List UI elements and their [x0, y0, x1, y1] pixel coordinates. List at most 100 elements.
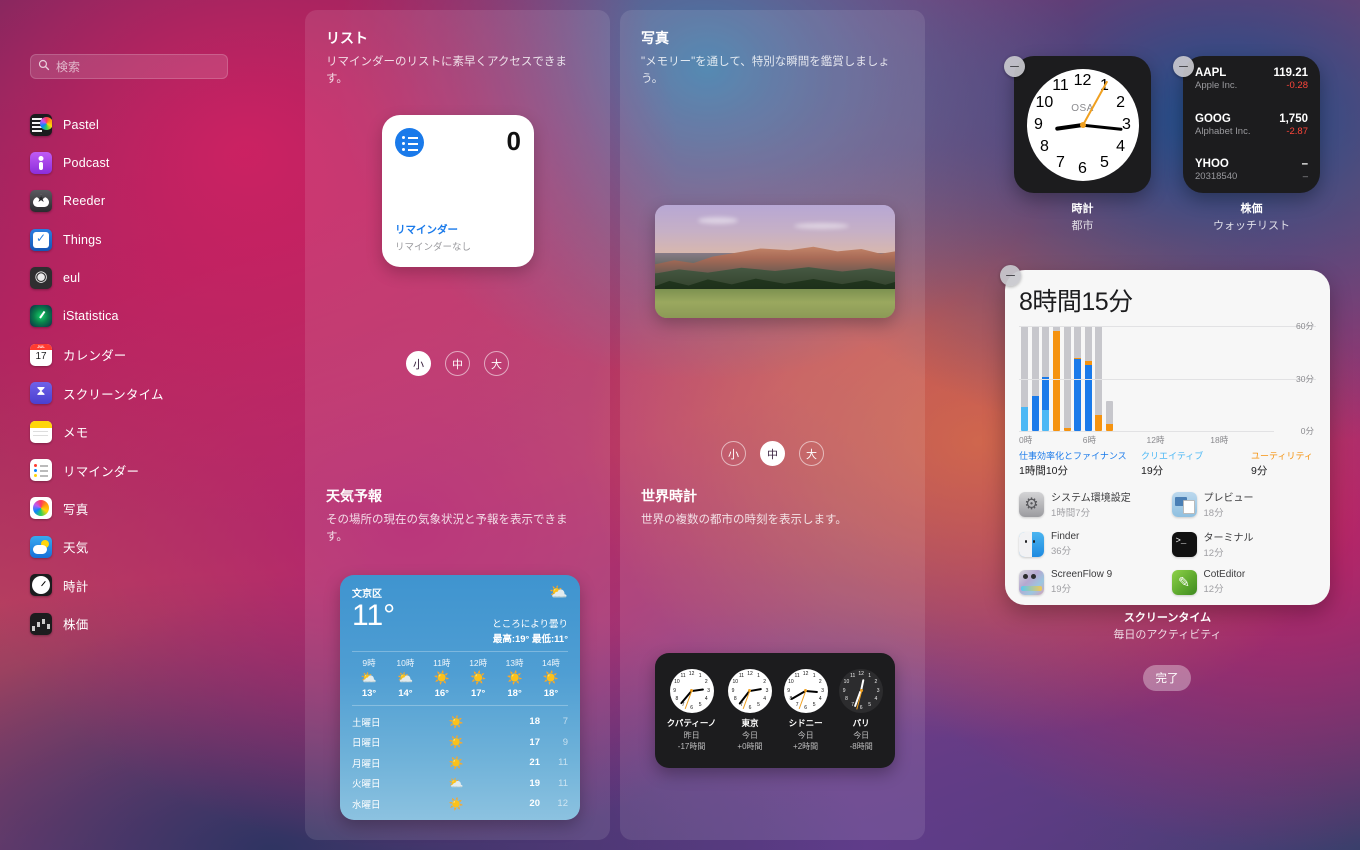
sidebar-item-reeder[interactable]: Reeder	[30, 189, 280, 214]
sidebar-item-label: Reeder	[63, 194, 106, 209]
sidebar-item-podcast[interactable]: Podcast	[30, 150, 280, 175]
search-input[interactable]: 検索	[30, 54, 228, 79]
clock-face: 121234567891011	[839, 668, 884, 713]
chart-legend: 仕事効率化とファイナンス 1時間10分 クリエイティブ 19分 ユーティリティ …	[1019, 449, 1316, 478]
app-name: Finder	[1051, 531, 1080, 542]
size-selector-photos: 小 中 大	[620, 441, 925, 467]
app-usage-row: ターミナル 12分	[1171, 529, 1317, 559]
weather-condition: ところにより曇り	[492, 619, 568, 631]
worldclock-day: 今日	[741, 730, 758, 740]
sidebar-item-weather[interactable]: 天気	[30, 534, 280, 559]
reminders-widget-preview[interactable]: 0 リマインダー リマインダーなし	[382, 115, 534, 268]
sidebar-item-photos[interactable]: 写真	[30, 496, 280, 521]
legend-item: クリエイティブ 19分	[1141, 449, 1251, 478]
sunny-icon: ☀️	[448, 755, 464, 770]
size-button-large[interactable]: 大	[484, 351, 509, 377]
size-button-medium[interactable]: 中	[760, 441, 785, 467]
weather-hour-cell: 14時 ☀️ 18°	[534, 657, 568, 699]
screentime-bar-chart: 0分 30分 60分	[1019, 321, 1316, 436]
chart-y-tick-label: 60分	[1296, 321, 1314, 331]
clock-numeral: 4	[874, 696, 878, 703]
sidebar-item-label: 天気	[63, 541, 89, 556]
istatistica-icon	[30, 305, 52, 328]
worldclock-item: 12 1 2 3 4 5 6 7 8 9 10 11 クパティーノ 昨日 -17時間	[667, 668, 716, 752]
clock-numeral: 6	[1078, 159, 1087, 177]
clock-numeral: 4	[763, 696, 767, 703]
clock-numeral: 3	[1122, 115, 1131, 133]
clock-numeral: 3	[707, 687, 710, 694]
clock-numeral: 10	[1035, 93, 1054, 111]
chart-bar-segment-creative	[1021, 406, 1028, 431]
finder-icon	[1019, 531, 1044, 557]
size-button-medium[interactable]: 中	[445, 351, 470, 377]
sidebar-item-pastel[interactable]: Pastel	[30, 112, 280, 137]
sidebar-item-label: Pastel	[63, 117, 99, 132]
weather-day-name: 日曜日	[352, 738, 381, 750]
size-button-small[interactable]: 小	[721, 441, 746, 467]
clock-numeral: 6	[748, 704, 752, 711]
weather-hour-label: 9時	[362, 658, 376, 669]
system-preferences-icon	[1019, 491, 1044, 517]
clock-numeral: 4	[1116, 137, 1126, 155]
weather-day-low: 7	[562, 716, 568, 728]
sidebar-item-calendar[interactable]: カレンダー	[30, 342, 280, 367]
legend-label: ユーティリティ	[1251, 451, 1313, 461]
sidebar-item-label: カレンダー	[63, 349, 127, 364]
remove-clock-widget-button[interactable]	[1004, 56, 1025, 77]
partly-cloudy-icon: ⛅	[397, 670, 414, 686]
done-button[interactable]: 完了	[1143, 665, 1191, 691]
sidebar-item-clock[interactable]: 時計	[30, 573, 280, 598]
app-name: プレビュー	[1203, 493, 1254, 504]
clock-center-pin	[1079, 121, 1086, 128]
reminders-icon	[30, 459, 52, 482]
sidebar-item-reminders[interactable]: リマインダー	[30, 458, 280, 483]
clock-numeral: 6	[804, 704, 807, 711]
weather-day-high: 21	[529, 757, 540, 769]
chart-bar-segment-productivity	[1042, 376, 1050, 410]
partly-cloudy-icon: ⛅	[360, 670, 378, 686]
weather-hour-label: 12時	[469, 658, 488, 669]
remove-screentime-widget-button[interactable]	[1000, 265, 1021, 286]
weather-day-low: 11	[558, 757, 568, 769]
sunny-icon: ☀️	[470, 670, 487, 686]
app-usage-row: CotEditor 12分	[1171, 569, 1317, 595]
coteditor-icon	[1171, 569, 1197, 595]
legend-value: 9分	[1251, 465, 1268, 477]
clock-face: 121234567891011	[669, 668, 714, 713]
sidebar-item-screentime[interactable]: スクリーンタイム	[30, 381, 280, 406]
chart-gridline	[1019, 378, 1316, 380]
sidebar: 検索 Pastel Podcast Reeder Things eul iSta…	[0, 0, 300, 850]
photos-widget-preview[interactable]	[655, 205, 895, 319]
screentime-widget[interactable]: 8時間15分 0分 30分 60分 0時 6時 12時 18時 仕事効率化とファイナンス …	[1005, 270, 1330, 605]
size-button-large[interactable]: 大	[799, 441, 824, 467]
gallery-weather-description: その場所の現在の気象状況と予報を表示できます。	[326, 514, 568, 543]
size-button-small[interactable]: 小	[406, 351, 431, 377]
weather-hourly-row: 9時 ⛅ 13° 10時 ⛅ 14° 11時 ☀️ 16° 12時 ☀️ 17°…	[352, 657, 568, 699]
sidebar-item-things[interactable]: Things	[30, 227, 280, 252]
weather-widget-preview[interactable]: 文京区 11° ⛅ ところにより曇り 最高:19° 最低:11° 9時 ⛅ 13…	[340, 575, 580, 821]
stocks-widget[interactable]: AAPL Apple Inc. 119.21 -0.28 GOOG Alphab…	[1183, 56, 1320, 193]
app-time: 12分	[1203, 548, 1224, 559]
stock-row: AAPL Apple Inc. 119.21 -0.28	[1195, 67, 1308, 91]
chart-x-tick-label: 0時	[1019, 435, 1033, 445]
gallery-cell-photos: 写真 "メモリー"を通して、特別な瞬間を鑑賞しましょう。 小 中 大	[620, 28, 925, 467]
worldclock-widget-preview[interactable]: 12 1 2 3 4 5 6 7 8 9 10 11 クパティーノ 昨日 -17時間 12 1 2 3 4 5 6…	[655, 652, 895, 768]
clock-numeral: 5	[698, 702, 702, 709]
sidebar-item-eul[interactable]: eul	[30, 266, 280, 291]
sidebar-item-label: 株価	[63, 618, 89, 633]
sidebar-item-istatistica[interactable]: iStatistica	[30, 304, 280, 329]
clock-numeral: 10	[674, 679, 680, 686]
screentime-icon	[30, 382, 52, 405]
clock-numeral: 8	[675, 696, 679, 703]
clock-widget[interactable]: 121234567891011 OSA	[1014, 56, 1151, 193]
legend-label: クリエイティブ	[1141, 451, 1204, 461]
legend-item: ユーティリティ 9分	[1251, 449, 1315, 478]
photo-cloud	[698, 216, 739, 224]
photo-field	[655, 288, 895, 319]
reeder-icon	[30, 190, 52, 213]
sidebar-item-stocks[interactable]: 株価	[30, 611, 280, 636]
sidebar-item-notes[interactable]: メモ	[30, 419, 280, 444]
app-usage-row: Finder 36分	[1019, 529, 1164, 559]
remove-stocks-widget-button[interactable]	[1173, 56, 1194, 77]
worldclock-day: 今日	[853, 730, 870, 740]
